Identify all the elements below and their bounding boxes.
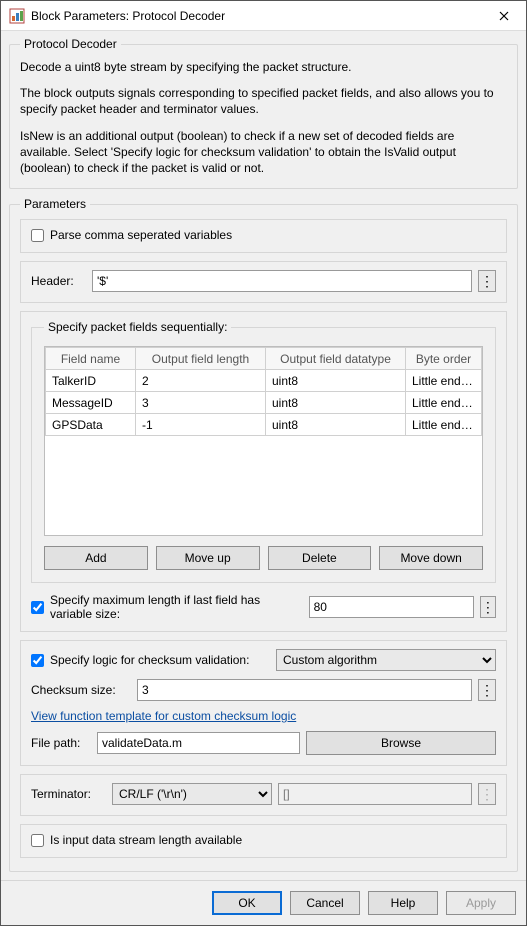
file-path-label: File path: bbox=[31, 736, 91, 750]
fields-table-wrap: Field name Output field length Output fi… bbox=[44, 346, 483, 536]
checksum-checkbox-label[interactable]: Specify logic for checksum validation: bbox=[31, 653, 249, 667]
checksum-panel: Specify logic for checksum validation: C… bbox=[20, 640, 507, 766]
maxlen-row: Specify maximum length if last field has… bbox=[31, 593, 496, 621]
checksum-size-input[interactable] bbox=[137, 679, 472, 701]
description-p1: Decode a uint8 byte stream by specifying… bbox=[20, 59, 507, 75]
terminator-panel: Terminator: CR/LF ('\r\n') ⋮ bbox=[20, 774, 507, 816]
terminator-custom-input bbox=[278, 783, 472, 805]
table-row[interactable]: GPSData-1uint8Little endian bbox=[46, 414, 482, 436]
checksum-size-more-button[interactable]: ⋮ bbox=[478, 679, 496, 701]
stream-checkbox[interactable] bbox=[31, 834, 44, 847]
app-icon bbox=[9, 8, 25, 24]
maxlen-checkbox[interactable] bbox=[31, 601, 44, 614]
terminator-select[interactable]: CR/LF ('\r\n') bbox=[112, 783, 272, 805]
table-row[interactable]: TalkerID2uint8Little endian bbox=[46, 370, 482, 392]
stream-checkbox-label[interactable]: Is input data stream length available bbox=[31, 833, 496, 847]
fields-panel: Specify packet fields sequentially: Fiel… bbox=[20, 311, 507, 632]
description-p2: The block outputs signals corresponding … bbox=[20, 85, 507, 117]
description-title: Protocol Decoder bbox=[20, 37, 121, 51]
move-down-button[interactable]: Move down bbox=[379, 546, 483, 570]
table-header-row: Field name Output field length Output fi… bbox=[46, 348, 482, 370]
apply-button[interactable]: Apply bbox=[446, 891, 516, 915]
col-output-dtype: Output field datatype bbox=[266, 348, 406, 370]
checksum-template-link[interactable]: View function template for custom checks… bbox=[31, 709, 296, 723]
table-cell[interactable]: TalkerID bbox=[46, 370, 136, 392]
col-output-length: Output field length bbox=[136, 348, 266, 370]
window-title: Block Parameters: Protocol Decoder bbox=[31, 9, 481, 23]
ok-button[interactable]: OK bbox=[212, 891, 282, 915]
table-cell[interactable]: MessageID bbox=[46, 392, 136, 414]
col-field-name: Field name bbox=[46, 348, 136, 370]
maxlen-input[interactable] bbox=[309, 596, 474, 618]
cancel-button[interactable]: Cancel bbox=[290, 891, 360, 915]
titlebar: Block Parameters: Protocol Decoder bbox=[1, 1, 526, 31]
parameters-group: Parameters Parse comma seperated variabl… bbox=[9, 197, 518, 872]
header-more-button[interactable]: ⋮ bbox=[478, 270, 496, 292]
table-cell[interactable]: Little endian bbox=[406, 370, 482, 392]
file-path-input[interactable] bbox=[97, 732, 300, 754]
fields-legend: Specify packet fields sequentially: bbox=[44, 320, 231, 334]
description-group: Protocol Decoder Decode a uint8 byte str… bbox=[9, 37, 518, 189]
dialog-footer: OK Cancel Help Apply bbox=[1, 880, 526, 925]
parameters-title: Parameters bbox=[20, 197, 90, 211]
maxlen-more-button[interactable]: ⋮ bbox=[480, 596, 496, 618]
description-p3: IsNew is an additional output (boolean) … bbox=[20, 128, 507, 177]
header-input[interactable] bbox=[92, 270, 472, 292]
col-byte-order: Byte order bbox=[406, 348, 482, 370]
table-cell[interactable]: GPSData bbox=[46, 414, 136, 436]
table-button-row: Add Move up Delete Move down bbox=[44, 546, 483, 570]
csv-checkbox[interactable] bbox=[31, 229, 44, 242]
table-cell[interactable]: -1 bbox=[136, 414, 266, 436]
table-cell[interactable]: uint8 bbox=[266, 392, 406, 414]
move-up-button[interactable]: Move up bbox=[156, 546, 260, 570]
checksum-label-text: Specify logic for checksum validation: bbox=[50, 653, 249, 667]
table-cell[interactable]: 3 bbox=[136, 392, 266, 414]
checksum-size-label: Checksum size: bbox=[31, 683, 131, 697]
header-panel: Header: ⋮ bbox=[20, 261, 507, 303]
table-row[interactable]: MessageID3uint8Little endian bbox=[46, 392, 482, 414]
close-button[interactable] bbox=[481, 1, 526, 31]
table-cell[interactable]: Little endian bbox=[406, 414, 482, 436]
table-cell[interactable]: Little endian bbox=[406, 392, 482, 414]
table-cell[interactable]: 2 bbox=[136, 370, 266, 392]
checksum-algo-select[interactable]: Custom algorithm bbox=[276, 649, 496, 671]
table-cell[interactable]: uint8 bbox=[266, 414, 406, 436]
fields-table[interactable]: Field name Output field length Output fi… bbox=[45, 347, 482, 436]
help-button[interactable]: Help bbox=[368, 891, 438, 915]
delete-button[interactable]: Delete bbox=[268, 546, 372, 570]
dialog-window: Block Parameters: Protocol Decoder Proto… bbox=[0, 0, 527, 926]
header-label: Header: bbox=[31, 274, 86, 288]
stream-panel: Is input data stream length available bbox=[20, 824, 507, 858]
csv-checkbox-label[interactable]: Parse comma seperated variables bbox=[31, 228, 496, 242]
maxlen-label-text: Specify maximum length if last field has… bbox=[50, 593, 303, 621]
browse-button[interactable]: Browse bbox=[306, 731, 496, 755]
table-cell[interactable]: uint8 bbox=[266, 370, 406, 392]
terminator-more-button: ⋮ bbox=[478, 783, 496, 805]
terminator-label: Terminator: bbox=[31, 787, 106, 801]
content: Protocol Decoder Decode a uint8 byte str… bbox=[1, 31, 526, 880]
stream-label-text: Is input data stream length available bbox=[50, 833, 242, 847]
csv-panel: Parse comma seperated variables bbox=[20, 219, 507, 253]
maxlen-checkbox-label[interactable]: Specify maximum length if last field has… bbox=[31, 593, 303, 621]
csv-label-text: Parse comma seperated variables bbox=[50, 228, 232, 242]
fields-fieldset: Specify packet fields sequentially: Fiel… bbox=[31, 320, 496, 583]
add-button[interactable]: Add bbox=[44, 546, 148, 570]
checksum-checkbox[interactable] bbox=[31, 654, 44, 667]
